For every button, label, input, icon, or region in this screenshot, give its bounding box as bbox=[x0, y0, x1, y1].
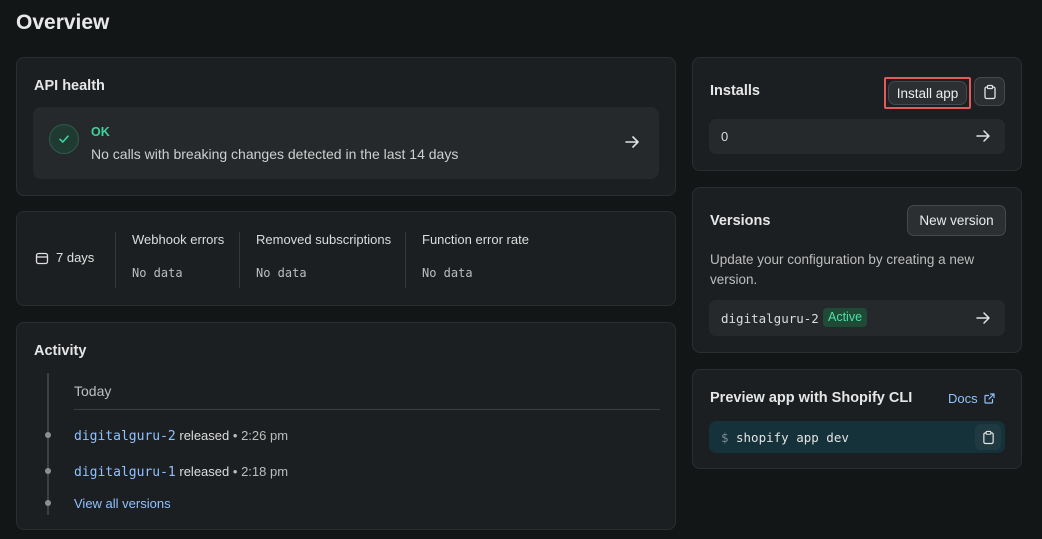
view-all-versions-link[interactable]: View all versions bbox=[74, 496, 171, 511]
timeline-line bbox=[47, 373, 49, 515]
timeline-dot bbox=[45, 500, 51, 506]
activity-separator: • bbox=[232, 428, 238, 443]
copy-command-button[interactable] bbox=[975, 424, 1001, 450]
timeline-dot bbox=[45, 432, 51, 438]
metric-label: Removed subscriptions bbox=[256, 232, 392, 247]
installs-title: Installs bbox=[710, 83, 760, 99]
api-health-description: No calls with breaking changes detected … bbox=[91, 146, 459, 162]
activity-divider bbox=[74, 409, 660, 410]
activity-card: Activity Today digitalguru-2 released • … bbox=[16, 322, 676, 530]
api-health-status-row[interactable]: OK No calls with breaking changes detect… bbox=[33, 107, 659, 179]
metric-removed-subscriptions: Removed subscriptions No data bbox=[239, 232, 405, 288]
activity-action: released bbox=[179, 428, 230, 443]
new-version-button[interactable]: New version bbox=[907, 205, 1006, 236]
date-range-selector[interactable]: 7 days bbox=[35, 250, 94, 265]
api-health-status: OK bbox=[91, 125, 110, 139]
docs-link[interactable]: Docs bbox=[948, 391, 995, 406]
calendar-icon bbox=[35, 252, 49, 264]
external-link-icon bbox=[984, 393, 995, 404]
cli-command-box: $ shopify app dev bbox=[709, 421, 1005, 453]
status-badge: Active bbox=[823, 308, 868, 327]
docs-label: Docs bbox=[948, 391, 978, 406]
install-app-highlight: Install app bbox=[884, 77, 971, 109]
versions-card: Versions New version Update your configu… bbox=[692, 187, 1022, 353]
api-health-title: API health bbox=[34, 78, 105, 94]
date-range-label: 7 days bbox=[56, 250, 95, 265]
cli-prompt: $ bbox=[721, 430, 729, 445]
activity-version-link[interactable]: digitalguru-1 bbox=[74, 465, 176, 480]
activity-version-link[interactable]: digitalguru-2 bbox=[74, 429, 176, 444]
clipboard-icon bbox=[982, 430, 994, 444]
timeline-dot bbox=[45, 468, 51, 474]
preview-cli-card: Preview app with Shopify CLI Docs $ shop… bbox=[692, 369, 1022, 469]
metric-function-error-rate: Function error rate No data bbox=[405, 232, 605, 288]
activity-group-label: Today bbox=[74, 383, 112, 399]
version-name: digitalguru-2 bbox=[721, 311, 819, 326]
activity-title: Activity bbox=[34, 343, 87, 359]
cli-command: shopify app dev bbox=[736, 430, 849, 445]
metrics-card: 7 days Webhook errors No data Removed su… bbox=[16, 211, 676, 306]
installs-count: 0 bbox=[721, 129, 729, 144]
metric-label: Function error rate bbox=[422, 232, 529, 247]
metric-value: No data bbox=[256, 266, 307, 280]
page-title: Overview bbox=[16, 11, 110, 34]
arrow-right-icon bbox=[976, 312, 990, 324]
install-app-button[interactable]: Install app bbox=[888, 81, 967, 105]
metric-value: No data bbox=[132, 266, 183, 280]
metric-label: Webhook errors bbox=[132, 232, 225, 247]
metric-webhook-errors: Webhook errors No data bbox=[115, 232, 239, 288]
metric-value: No data bbox=[422, 266, 473, 280]
current-version-row[interactable]: digitalguru-2 Active bbox=[709, 300, 1005, 336]
installs-count-row[interactable]: 0 bbox=[709, 119, 1005, 154]
installs-card: Installs Install app 0 bbox=[692, 57, 1022, 171]
clipboard-icon bbox=[983, 84, 996, 99]
activity-item: digitalguru-2 released • 2:26 pm bbox=[74, 428, 288, 444]
versions-title: Versions bbox=[710, 213, 771, 229]
activity-separator: • bbox=[232, 464, 238, 479]
activity-time: 2:26 pm bbox=[241, 428, 289, 443]
preview-title: Preview app with Shopify CLI bbox=[710, 390, 913, 406]
arrow-right-icon bbox=[976, 130, 990, 142]
copy-install-link-button[interactable] bbox=[974, 77, 1005, 106]
activity-time: 2:18 pm bbox=[241, 464, 289, 479]
activity-item: digitalguru-1 released • 2:18 pm bbox=[74, 464, 288, 480]
activity-action: released bbox=[179, 464, 230, 479]
api-health-card: API health OK No calls with breaking cha… bbox=[16, 57, 676, 196]
versions-description: Update your configuration by creating a … bbox=[710, 252, 975, 287]
check-circle-icon bbox=[49, 124, 79, 154]
arrow-right-icon[interactable] bbox=[623, 133, 641, 151]
